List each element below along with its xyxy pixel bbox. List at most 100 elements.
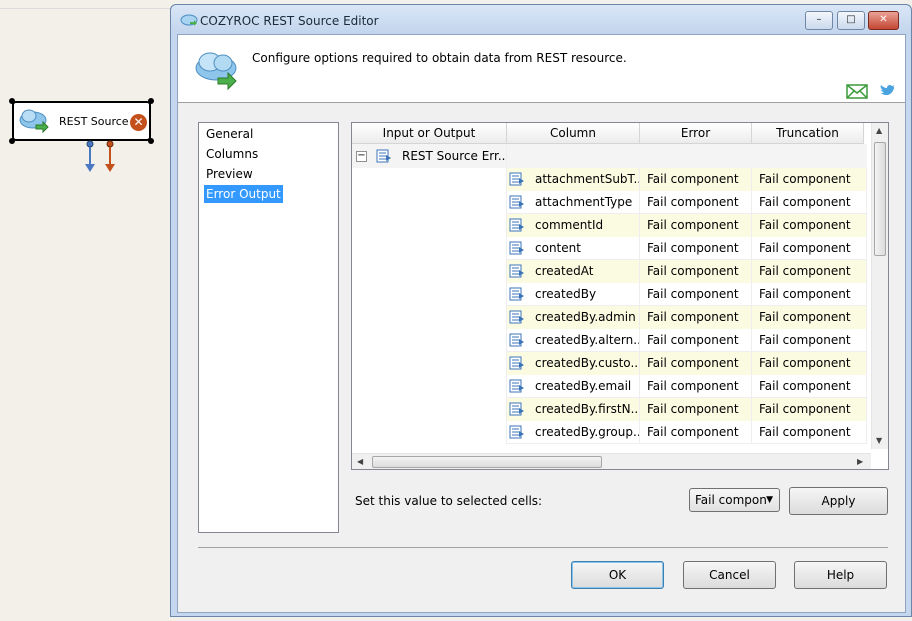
table-row[interactable]: commentId Fail component Fail component — [352, 214, 867, 237]
table-row[interactable]: createdBy.email Fail component Fail compon… — [352, 375, 867, 398]
horizontal-scrollbar[interactable]: ◀ ▶ — [352, 453, 871, 469]
scroll-right-icon[interactable]: ▶ — [857, 457, 863, 466]
truncation-cell[interactable]: Fail component — [752, 421, 867, 444]
input-output-cell[interactable] — [352, 421, 507, 444]
error-cell[interactable]: Fail component — [640, 352, 752, 375]
error-cell[interactable]: Fail component — [640, 260, 752, 283]
table-row[interactable]: createdBy.admin Fail component Fail compon… — [352, 306, 867, 329]
vertical-scrollbar[interactable]: ▲ ▼ — [871, 123, 888, 449]
column-icon — [509, 356, 524, 370]
close-button[interactable]: ✕ — [868, 11, 899, 30]
column-cell[interactable]: attachmentSubT... — [507, 168, 640, 191]
error-cell[interactable]: Fail component — [640, 283, 752, 306]
minimize-button[interactable]: – — [805, 11, 833, 30]
resize-handle[interactable] — [9, 138, 15, 144]
scroll-left-icon[interactable]: ◀ — [357, 457, 363, 466]
rest-source-component[interactable]: REST Source ✕ — [9, 98, 154, 144]
column-cell[interactable]: createdBy.email — [507, 375, 640, 398]
column-header-error[interactable]: Error — [640, 123, 752, 144]
horizontal-scroll-thumb[interactable] — [372, 456, 602, 468]
truncation-cell[interactable]: Fail component — [752, 398, 867, 421]
error-cell[interactable]: Fail component — [640, 191, 752, 214]
error-cell[interactable]: Fail component — [640, 237, 752, 260]
cancel-button[interactable]: Cancel — [683, 561, 776, 589]
input-output-cell[interactable] — [352, 237, 507, 260]
error-cell[interactable]: Fail component — [640, 214, 752, 237]
column-cell[interactable]: createdBy.altern... — [507, 329, 640, 352]
divider — [198, 547, 888, 548]
input-output-cell[interactable] — [352, 260, 507, 283]
input-output-cell[interactable] — [352, 398, 507, 421]
truncation-cell[interactable]: Fail component — [752, 306, 867, 329]
table-row[interactable]: createdBy.group... Fail component Fail com… — [352, 421, 867, 444]
mail-icon[interactable] — [846, 84, 868, 99]
help-button[interactable]: Help — [794, 561, 887, 589]
resize-handle[interactable] — [9, 98, 15, 104]
error-action-dropdown[interactable]: Fail compon ▼ — [689, 488, 780, 512]
window-title: COZYROC REST Source Editor — [200, 14, 379, 28]
column-icon — [509, 241, 524, 255]
column-cell[interactable]: attachmentType — [507, 191, 640, 214]
input-output-cell[interactable] — [352, 214, 507, 237]
column-header-column[interactable]: Column — [507, 123, 640, 144]
column-cell[interactable]: createdBy — [507, 283, 640, 306]
table-row[interactable]: attachmentType Fail component Fail compone… — [352, 191, 867, 214]
truncation-cell[interactable]: Fail component — [752, 191, 867, 214]
collapse-icon[interactable]: − — [356, 151, 367, 162]
table-row[interactable]: attachmentSubT... Fail component Fail comp… — [352, 168, 867, 191]
resize-handle[interactable] — [148, 98, 154, 104]
column-cell[interactable]: createdBy.custo... — [507, 352, 640, 375]
error-cell[interactable]: Fail component — [640, 375, 752, 398]
nav-item-columns[interactable]: Columns — [204, 145, 260, 163]
truncation-cell[interactable]: Fail component — [752, 214, 867, 237]
input-output-cell[interactable] — [352, 283, 507, 306]
truncation-cell[interactable]: Fail component — [752, 260, 867, 283]
input-output-cell[interactable] — [352, 191, 507, 214]
table-row[interactable]: createdBy Fail component Fail component — [352, 283, 867, 306]
nav-item-preview[interactable]: Preview — [204, 165, 255, 183]
table-row[interactable]: createdBy.altern... Fail component Fail co… — [352, 329, 867, 352]
error-cell[interactable]: Fail component — [640, 398, 752, 421]
vertical-scroll-thumb[interactable] — [874, 142, 886, 256]
column-cell[interactable]: createdBy.firstN... — [507, 398, 640, 421]
apply-button[interactable]: Apply — [789, 487, 888, 515]
table-row[interactable]: createdBy.custo... Fail component Fail com… — [352, 352, 867, 375]
group-row[interactable]: − REST Source Err... — [352, 144, 867, 168]
truncation-cell[interactable]: Fail component — [752, 283, 867, 306]
table-row[interactable]: createdAt Fail component Fail component — [352, 260, 867, 283]
nav-item-error-output[interactable]: Error Output — [204, 185, 283, 203]
column-cell[interactable]: commentId — [507, 214, 640, 237]
output-arrows[interactable] — [80, 140, 120, 176]
truncation-cell[interactable]: Fail component — [752, 329, 867, 352]
column-cell[interactable]: createdBy.admin — [507, 306, 640, 329]
scroll-up-icon[interactable]: ▲ — [876, 126, 882, 135]
twitter-icon[interactable] — [880, 84, 896, 98]
input-output-cell[interactable] — [352, 306, 507, 329]
truncation-cell[interactable]: Fail component — [752, 237, 867, 260]
scroll-down-icon[interactable]: ▼ — [876, 436, 882, 445]
error-cell[interactable]: Fail component — [640, 329, 752, 352]
truncation-cell[interactable]: Fail component — [752, 352, 867, 375]
title-bar[interactable]: COZYROC REST Source Editor – □ ✕ — [171, 5, 911, 34]
input-output-cell[interactable] — [352, 329, 507, 352]
error-cell[interactable]: Fail component — [640, 306, 752, 329]
input-output-cell[interactable] — [352, 168, 507, 191]
truncation-cell[interactable]: Fail component — [752, 168, 867, 191]
truncation-cell[interactable]: Fail component — [752, 375, 867, 398]
error-cell[interactable]: Fail component — [640, 421, 752, 444]
nav-item-general[interactable]: General — [204, 125, 255, 143]
column-cell[interactable]: createdBy.group... — [507, 421, 640, 444]
input-output-cell[interactable] — [352, 375, 507, 398]
input-output-cell[interactable] — [352, 352, 507, 375]
column-header-truncation[interactable]: Truncation — [752, 123, 864, 144]
table-row[interactable]: createdBy.firstN... Fail component Fail co… — [352, 398, 867, 421]
column-cell[interactable]: createdAt — [507, 260, 640, 283]
table-row[interactable]: content Fail component Fail component — [352, 237, 867, 260]
group-empty-cells — [506, 144, 867, 168]
maximize-button[interactable]: □ — [837, 11, 865, 30]
column-cell[interactable]: content — [507, 237, 640, 260]
ok-button[interactable]: OK — [571, 561, 664, 589]
column-header-input-output[interactable]: Input or Output — [352, 123, 507, 144]
error-cell[interactable]: Fail component — [640, 168, 752, 191]
resize-handle[interactable] — [148, 138, 154, 144]
